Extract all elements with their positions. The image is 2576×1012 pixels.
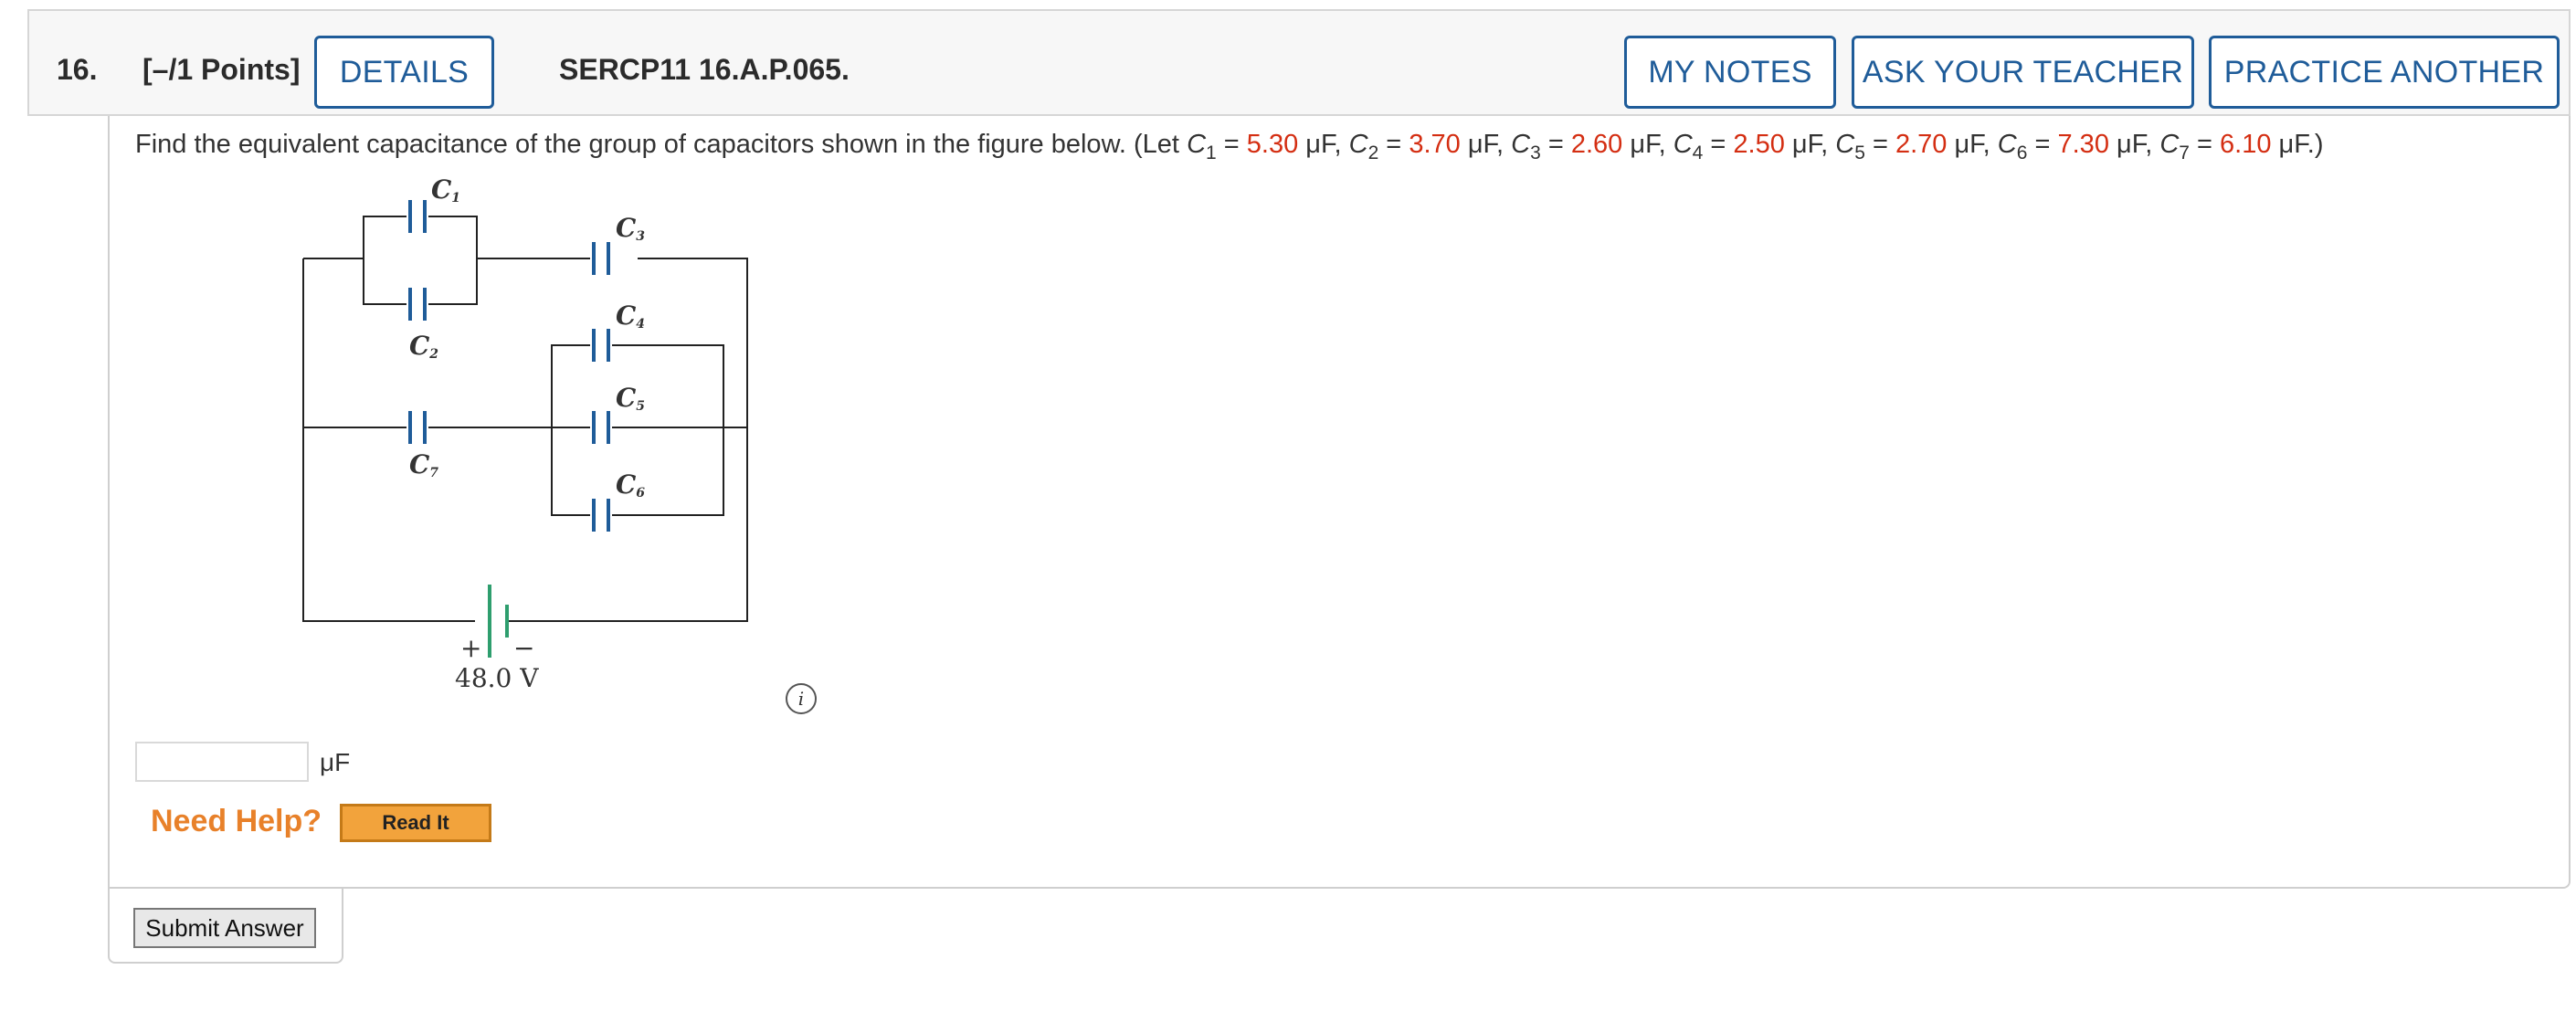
question-prompt: Find the equivalent capacitance of the g… (135, 130, 2323, 164)
prompt-var-c6-sub: 6 (2016, 142, 2028, 163)
prompt-value-c1: 5.30 (1246, 130, 1299, 159)
label-c3-sub: 3 (636, 229, 645, 244)
prompt-var-c5: C (1835, 130, 1855, 159)
prompt-var-c4: C (1673, 130, 1693, 159)
label-c4: C (616, 300, 637, 331)
label-c1: C (431, 174, 452, 205)
capacitor-plates (408, 200, 610, 532)
prompt-var-c5-sub: 5 (1854, 142, 1865, 163)
prompt-intro: Find the equivalent capacitance of the g… (135, 130, 1188, 159)
prompt-equals: = (2027, 130, 2058, 159)
question-header: 16. [–/1 Points] DETAILS SERCP11 16.A.P.… (27, 9, 2571, 116)
prompt-value-c7: 6.10 (2220, 130, 2272, 159)
label-c3: C (616, 213, 637, 243)
svg-text:C2: C2 (409, 331, 438, 362)
answer-input[interactable] (135, 742, 309, 782)
question-number: 16. (57, 53, 98, 86)
prompt-equals: = (1540, 130, 1571, 159)
svg-text:C3: C3 (616, 213, 645, 244)
prompt-value-c6: 7.30 (2057, 130, 2109, 159)
points-label: [–/1 Points] (143, 53, 301, 86)
svg-text:C1: C1 (431, 174, 460, 206)
prompt-var-c1-sub: 1 (1206, 142, 1217, 163)
prompt-value-c2: 3.70 (1409, 130, 1461, 159)
details-button[interactable]: DETAILS (314, 36, 494, 109)
svg-text:C6: C6 (616, 469, 645, 501)
prompt-var-c2: C (1348, 130, 1368, 159)
label-c5-sub: 5 (636, 399, 645, 414)
prompt-unit: μF, (1947, 130, 1998, 159)
label-c2-sub: 2 (428, 347, 438, 362)
label-c2: C (409, 331, 430, 361)
label-c7: C (409, 449, 430, 480)
label-c6-sub: 6 (636, 486, 645, 501)
info-icon[interactable]: i (786, 683, 817, 714)
submit-answer-button[interactable]: Submit Answer (133, 908, 316, 948)
svg-text:C4: C4 (616, 300, 645, 332)
prompt-equals: = (1864, 130, 1895, 159)
prompt-unit: μF, (1460, 130, 1512, 159)
my-notes-button[interactable]: MY NOTES (1624, 36, 1836, 109)
battery-voltage-label: 48.0 V (455, 663, 539, 693)
prompt-unit: μF, (1784, 130, 1836, 159)
prompt-equals: = (2189, 130, 2221, 159)
label-c6: C (616, 469, 637, 500)
ask-your-teacher-button[interactable]: ASK YOUR TEACHER (1852, 36, 2194, 109)
label-c4-sub: 4 (636, 317, 645, 332)
read-it-button[interactable]: Read It (340, 804, 491, 842)
prompt-var-c1: C (1187, 130, 1207, 159)
label-c7-sub: 7 (429, 466, 438, 480)
need-help-label: Need Help? (151, 804, 322, 838)
prompt-value-c5: 2.70 (1895, 130, 1948, 159)
prompt-var-c3-sub: 3 (1530, 142, 1541, 163)
prompt-var-c6: C (1997, 130, 2017, 159)
prompt-var-c7: C (2159, 130, 2180, 159)
circuit-wires (302, 216, 748, 622)
prompt-value-c4: 2.50 (1733, 130, 1785, 159)
prompt-equals: = (1703, 130, 1734, 159)
label-c5: C (616, 383, 637, 413)
svg-text:C5: C5 (616, 383, 645, 414)
prompt-var-c7-sub: 7 (2179, 142, 2190, 163)
prompt-value-c3: 2.60 (1570, 130, 1623, 159)
practice-another-button[interactable]: PRACTICE ANOTHER (2209, 36, 2560, 109)
battery-plus-sign: + (460, 633, 481, 663)
prompt-values: C1 = 5.30 μF, C2 = 3.70 μF, C3 = 2.60 μF… (1187, 130, 2324, 163)
svg-text:C7: C7 (409, 449, 438, 480)
answer-unit: μF (320, 748, 351, 776)
prompt-unit: μF, (1622, 130, 1673, 159)
prompt-unit: μF.) (2271, 130, 2324, 159)
prompt-var-c2-sub: 2 (1367, 142, 1379, 163)
battery-minus-sign: − (513, 633, 534, 663)
capacitor-circuit-figure: C1 C2 C3 C4 C5 C6 C7 + − 48.0 V (302, 174, 748, 693)
prompt-var-c4-sub: 4 (1692, 142, 1704, 163)
prompt-var-c3: C (1511, 130, 1531, 159)
label-c1-sub: 1 (451, 191, 460, 206)
prompt-unit: μF, (2108, 130, 2160, 159)
problem-code: SERCP11 16.A.P.065. (559, 53, 850, 86)
prompt-unit: μF, (1298, 130, 1349, 159)
prompt-equals: = (1378, 130, 1409, 159)
prompt-equals: = (1216, 130, 1247, 159)
